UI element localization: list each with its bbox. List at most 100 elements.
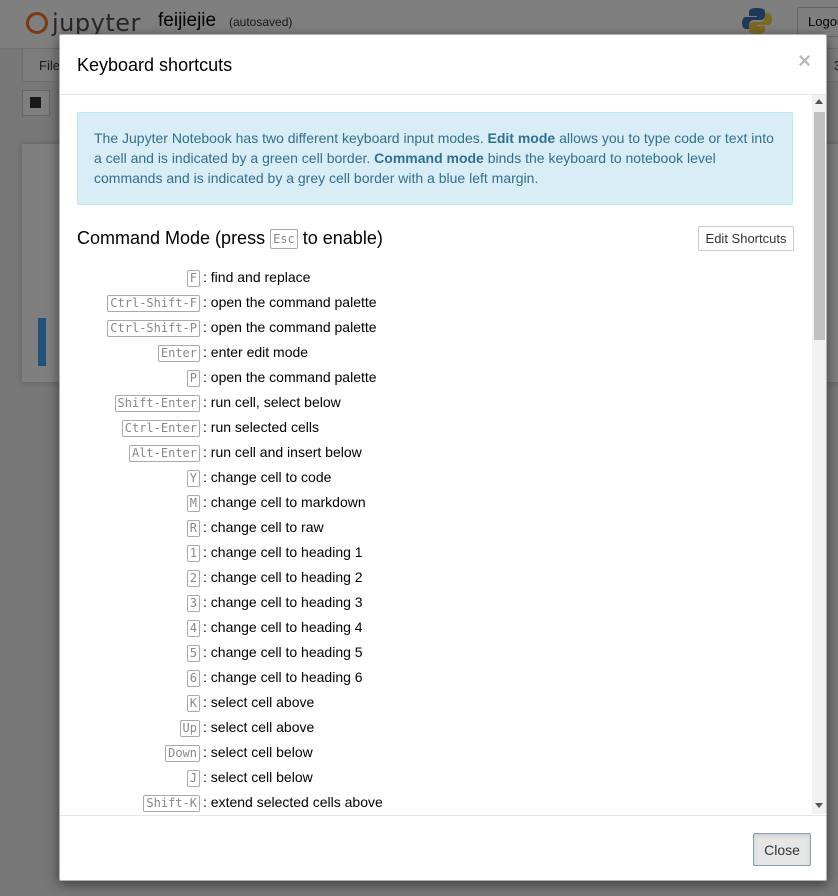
shortcut-key: Ctrl-Enter	[121, 420, 200, 437]
shortcut-description: : change cell to heading 2	[203, 569, 363, 585]
shortcut-key: 6	[186, 670, 200, 687]
shortcut-key: 5	[186, 645, 200, 662]
shortcut-key: Shift-Enter	[114, 395, 200, 412]
shortcut-row: Up: select cell above	[60, 719, 800, 744]
shortcut-key-group: J	[186, 769, 200, 787]
shortcut-row: 2: change cell to heading 2	[60, 569, 800, 594]
shortcut-key: Down	[165, 745, 200, 762]
shortcut-description: : open the command palette	[203, 319, 377, 335]
modal-header: Keyboard shortcuts ×	[60, 35, 826, 95]
scrollbar[interactable]	[812, 95, 826, 814]
shortcut-description: : open the command palette	[203, 294, 377, 310]
shortcut-key-group: M	[186, 494, 200, 512]
esc-key: Esc	[270, 229, 298, 249]
shortcut-key-group: K	[186, 694, 200, 712]
shortcut-description: : change cell to heading 4	[203, 619, 363, 635]
shortcut-key: Alt-Enter	[128, 445, 200, 462]
shortcut-row: P: open the command palette	[60, 369, 800, 394]
shortcut-key: Ctrl-Shift-P	[107, 320, 200, 337]
shortcut-key-group: P	[186, 369, 200, 387]
shortcut-key: 4	[186, 620, 200, 637]
shortcut-key: M	[186, 495, 200, 512]
shortcut-key-group: 2	[186, 569, 200, 587]
shortcut-key-group: Ctrl-Shift-F	[107, 294, 200, 312]
close-x-icon[interactable]: ×	[798, 48, 811, 74]
modal-body: The Jupyter Notebook has two different k…	[60, 95, 826, 814]
shortcut-key: R	[186, 520, 200, 537]
shortcut-key: 3	[186, 595, 200, 612]
shortcut-key-group: Y	[186, 469, 200, 487]
modal-footer: Close	[60, 815, 826, 881]
shortcut-key-group: Ctrl-Shift-P	[107, 319, 200, 337]
section-title-suffix: to enable)	[297, 228, 383, 248]
shortcut-key-group: Down	[165, 744, 200, 762]
shortcut-description: : change cell to heading 5	[203, 644, 363, 660]
shortcut-key: K	[186, 695, 200, 712]
shortcut-key-group: 1	[186, 544, 200, 562]
shortcut-row: 5: change cell to heading 5	[60, 644, 800, 669]
shortcut-row: 6: change cell to heading 6	[60, 669, 800, 694]
shortcut-key: Ctrl-Shift-F	[107, 295, 200, 312]
section-title-prefix: Command Mode (press	[77, 228, 271, 248]
shortcut-key-group: 5	[186, 644, 200, 662]
shortcut-key-group: Shift-K	[143, 794, 200, 812]
shortcut-key: 1	[186, 545, 200, 562]
shortcut-row: F: find and replace	[60, 269, 800, 294]
shortcut-key: Y	[186, 470, 200, 487]
command-mode-title: Command Mode (press Esc to enable)	[77, 228, 383, 249]
shortcut-key-group: 6	[186, 669, 200, 687]
keyboard-shortcuts-dialog: Keyboard shortcuts × The Jupyter Noteboo…	[59, 34, 827, 881]
shortcut-key-group: R	[186, 519, 200, 537]
close-button[interactable]: Close	[753, 833, 811, 866]
shortcut-row: Alt-Enter: run cell and insert below	[60, 444, 800, 469]
shortcut-row: R: change cell to raw	[60, 519, 800, 544]
shortcut-key-group: 4	[186, 619, 200, 637]
shortcut-key: Enter	[157, 345, 200, 362]
shortcut-row: Y: change cell to code	[60, 469, 800, 494]
shortcut-row: 3: change cell to heading 3	[60, 594, 800, 619]
scrollbar-thumb[interactable]	[814, 112, 825, 340]
shortcut-list: F: find and replace Ctrl-Shift-F: open th…	[60, 269, 800, 814]
shortcut-description: : open the command palette	[203, 369, 377, 385]
info-alert: The Jupyter Notebook has two different k…	[77, 112, 793, 205]
shortcut-description: : select cell below	[203, 769, 313, 785]
shortcut-key: Up	[179, 720, 200, 737]
info-text-part1: The Jupyter Notebook has two different k…	[94, 130, 488, 146]
shortcut-description: : extend selected cells above	[203, 794, 383, 810]
scroll-down-arrow-icon[interactable]	[815, 803, 823, 808]
shortcut-row: M: change cell to markdown	[60, 494, 800, 519]
shortcut-row: K: select cell above	[60, 694, 800, 719]
shortcut-description: : run selected cells	[203, 419, 319, 435]
shortcut-description: : run cell and insert below	[203, 444, 362, 460]
shortcut-key-group: Up	[179, 719, 200, 737]
shortcut-key-group: F	[186, 269, 200, 287]
shortcut-row: 1: change cell to heading 1	[60, 544, 800, 569]
shortcut-description: : change cell to heading 6	[203, 669, 363, 685]
shortcut-key: P	[186, 370, 200, 387]
shortcut-row: Down: select cell below	[60, 744, 800, 769]
shortcut-key: J	[186, 770, 200, 787]
scroll-up-arrow-icon[interactable]	[815, 99, 823, 104]
shortcut-row: Shift-Enter: run cell, select below	[60, 394, 800, 419]
shortcut-description: : enter edit mode	[203, 344, 309, 360]
shortcut-key: Shift-K	[143, 795, 200, 812]
shortcut-key-group: Ctrl-Enter	[121, 419, 200, 437]
shortcut-row: J: select cell below	[60, 769, 800, 794]
shortcut-description: : change cell to heading 1	[203, 544, 363, 560]
info-command-mode: Command mode	[374, 150, 484, 166]
shortcut-row: 4: change cell to heading 4	[60, 619, 800, 644]
shortcut-key-group: 3	[186, 594, 200, 612]
shortcut-row: Ctrl-Shift-P: open the command palette	[60, 319, 800, 344]
edit-shortcuts-button[interactable]: Edit Shortcuts	[698, 226, 794, 251]
shortcut-key-group: Alt-Enter	[128, 444, 200, 462]
shortcut-description: : select cell above	[203, 694, 315, 710]
shortcut-description: : change cell to markdown	[203, 494, 366, 510]
shortcut-description: : change cell to raw	[203, 519, 324, 535]
shortcut-description: : select cell above	[203, 719, 315, 735]
shortcut-description: : select cell below	[203, 744, 313, 760]
shortcut-row: Ctrl-Shift-F: open the command palette	[60, 294, 800, 319]
shortcut-description: : find and replace	[203, 269, 311, 285]
shortcut-key-group: Shift-Enter	[114, 394, 200, 412]
shortcut-row: Shift-K: extend selected cells above	[60, 794, 800, 814]
modal-title: Keyboard shortcuts	[77, 55, 233, 75]
